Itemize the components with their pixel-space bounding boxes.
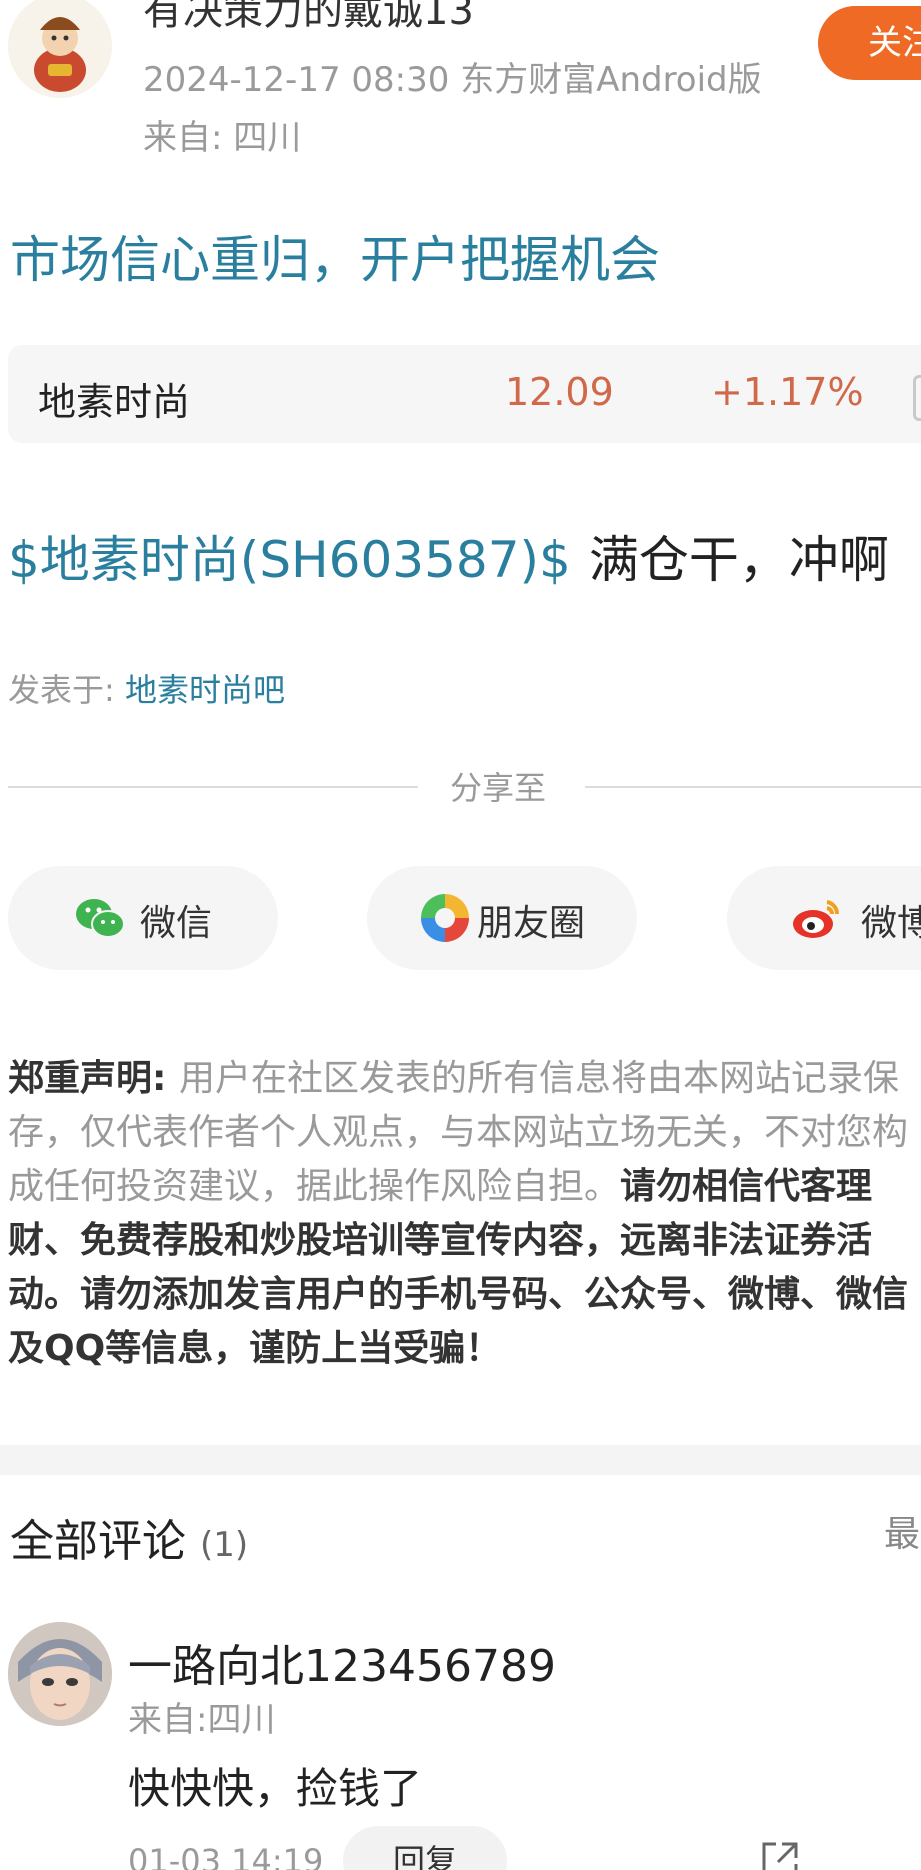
share-moments-label: 朋友圈 [477,903,586,944]
reply-button[interactable]: 回复 [343,1826,507,1870]
comment-location: 来自:四川 [128,1700,276,1740]
post-content-text: 满仓干，冲啊 [588,531,889,589]
wechat-icon [76,899,125,938]
stock-price: 12.09 [505,370,614,414]
stock-change: +1.17% [711,370,864,414]
stock-quote-card[interactable]: 地素时尚 12.09 +1.17% [8,345,921,443]
share-icon[interactable] [758,1838,802,1870]
stock-name: 地素时尚 [38,380,191,424]
share-weibo-button[interactable]: 微博 [727,866,921,970]
comment-text: 快快快，捡钱了 [128,1764,423,1813]
posted-in-label: 发表于: [8,671,125,709]
comment-username[interactable]: 一路向北123456789 [128,1630,556,1694]
author-name[interactable]: 有决策力的戴诚13 [143,0,474,36]
stock-card-more-icon[interactable] [913,375,921,421]
stock-link[interactable]: $地素时尚(SH603587)$ [8,531,571,589]
follow-button[interactable]: 关注 [818,6,921,80]
post-content: $地素时尚(SH603587)$ 满仓干，冲啊 [8,520,889,592]
disclaimer-text: 存，仅代表作者个人观点，与本网站立场无关，不对您构 [8,1112,909,1153]
comment-time: 01-03 14:19 [128,1842,324,1870]
share-wechat-button[interactable]: 微信 [8,866,278,970]
disclaimer-label: 郑重声明: [8,1058,179,1099]
disclaimer-warning: 及QQ等信息，谨防上当受骗！ [8,1328,502,1369]
share-moments-button[interactable]: 朋友圈 [367,866,637,970]
post-meta: 2024-12-17 08:30 东方财富Android版 [143,60,762,100]
disclaimer-text: 用户在社区发表的所有信息将由本网站记录保 [178,1058,899,1099]
section-separator [0,1445,921,1475]
moments-icon [421,894,469,942]
divider [8,786,418,788]
comment-user-avatar[interactable] [8,1622,112,1726]
share-wechat-label: 微信 [140,903,213,944]
disclaimer: 郑重声明: 用户在社区发表的所有信息将由本网站记录保 存，仅代表作者个人观点，与… [8,1052,921,1376]
share-weibo-label: 微博 [861,903,921,944]
post-title: 市场信心重归，开户把握机会 [10,231,660,289]
divider [585,786,921,788]
disclaimer-warning: 财、免费荐股和炒股培训等宣传内容，远离非法证券活 [8,1220,873,1261]
comments-title: 全部评论 (1) [10,1505,248,1569]
post-detail-page: 有决策力的戴诚13 2024-12-17 08:30 东方财富Android版 … [0,0,921,1870]
posted-in: 发表于: 地素时尚吧 [8,665,285,711]
share-title: 分享至 [450,769,547,807]
comments-count: (1) [200,1525,249,1565]
comments-title-label: 全部评论 [10,1516,186,1567]
post-location: 来自: 四川 [143,118,302,158]
weibo-icon [793,900,840,938]
author-avatar[interactable] [8,0,112,98]
forum-link[interactable]: 地素时尚吧 [125,671,285,709]
disclaimer-text: 成任何投资建议，据此操作风险自担。 [8,1166,621,1207]
disclaimer-warning: 请勿相信代客理 [620,1166,873,1207]
comments-sort-toggle[interactable]: 最 [884,1505,920,1557]
disclaimer-warning: 动。请勿添加发言用户的手机号码、公众号、微博、微信 [8,1274,909,1315]
